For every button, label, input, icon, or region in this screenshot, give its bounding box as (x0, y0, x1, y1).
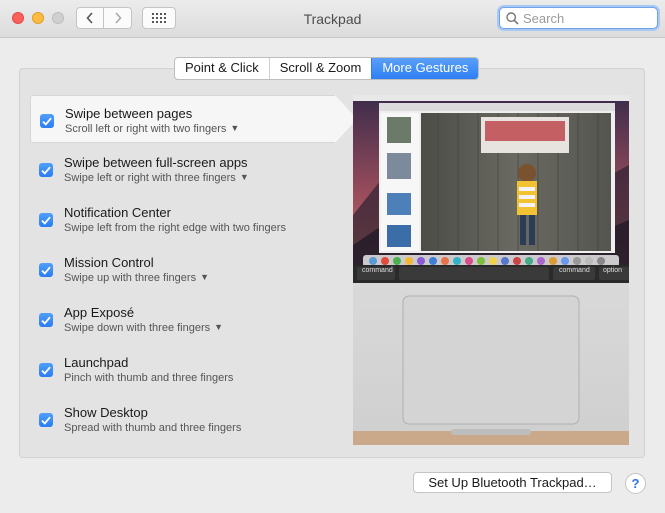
chevron-down-icon: ▼ (200, 272, 209, 282)
help-button[interactable]: ? (625, 473, 646, 494)
title-bar: Trackpad (0, 0, 665, 38)
checkbox-mission-control[interactable] (39, 263, 53, 277)
checkbox-launchpad[interactable] (39, 363, 53, 377)
checkbox-app-expose[interactable] (39, 313, 53, 327)
gesture-subtitle: Scroll left or right with two fingers (65, 123, 227, 135)
key-label-left-command: command (362, 267, 393, 274)
checkmark-icon (41, 266, 51, 275)
checkbox-notification-center[interactable] (39, 213, 53, 227)
setup-bluetooth-trackpad-button[interactable]: Set Up Bluetooth Trackpad… (413, 472, 612, 493)
search-field[interactable] (499, 7, 658, 29)
gesture-title: App Exposé (64, 305, 135, 320)
tab-point-and-click[interactable]: Point & Click (175, 58, 269, 79)
gesture-title: Swipe between pages (65, 106, 193, 121)
checkmark-icon (41, 366, 51, 375)
gesture-option-dropdown[interactable]: Scroll left or right with two fingers ▼ (65, 123, 239, 135)
checkmark-icon (41, 216, 51, 225)
chevron-down-icon: ▼ (230, 123, 240, 133)
gesture-title: Notification Center (64, 205, 171, 220)
gesture-option-dropdown[interactable]: Swipe up with three fingers ▼ (64, 272, 209, 284)
key-label-right-option: option (603, 267, 623, 274)
chevron-down-icon: ▼ (214, 322, 224, 332)
gesture-row-swipe-between-pages[interactable]: Swipe between pages Scroll left or right… (30, 95, 357, 143)
gesture-row-launchpad[interactable]: Launchpad Pinch with thumb and three fin… (30, 345, 335, 393)
checkmark-icon (41, 316, 51, 325)
gesture-row-notification-center[interactable]: Notification Center Swipe left from the … (30, 195, 335, 243)
gesture-row-show-desktop[interactable]: Show Desktop Spread with thumb and three… (30, 395, 335, 443)
gesture-title: Launchpad (64, 355, 129, 370)
checkmark-icon (41, 166, 51, 175)
gesture-title: Swipe between full-screen apps (64, 155, 248, 170)
gesture-option-dropdown[interactable]: Swipe down with three fingers ▼ (64, 322, 223, 334)
chevron-down-icon: ▼ (239, 172, 249, 182)
gesture-subtitle: Swipe up with three fingers (64, 272, 197, 284)
gesture-option-dropdown[interactable]: Swipe left or right with three fingers ▼ (64, 172, 249, 184)
tab-more-gestures[interactable]: More Gestures (371, 58, 479, 79)
key-label-right-command: command (559, 267, 590, 274)
gesture-subtitle: Swipe left from the right edge with two … (64, 222, 286, 234)
gesture-row-mission-control[interactable]: Mission Control Swipe up with three fing… (30, 245, 335, 293)
gesture-row-app-expose[interactable]: App Exposé Swipe down with three fingers… (30, 295, 335, 343)
gesture-subtitle: Swipe left or right with three fingers (64, 172, 236, 184)
tab-scroll-and-zoom[interactable]: Scroll & Zoom (268, 58, 372, 79)
search-input[interactable] (523, 10, 643, 26)
gesture-row-swipe-between-full-screen-apps[interactable]: Swipe between full-screen apps Swipe lef… (30, 145, 335, 193)
checkbox-show-desktop[interactable] (39, 413, 53, 427)
gesture-preview-video: command command option (353, 95, 629, 445)
gesture-title: Show Desktop (64, 405, 148, 420)
search-icon (506, 11, 519, 25)
gesture-subtitle: Pinch with thumb and three fingers (64, 372, 234, 384)
gesture-title: Mission Control (64, 255, 154, 270)
checkbox-swipe-between-full-screen-apps[interactable] (39, 163, 53, 177)
gesture-subtitle: Swipe down with three fingers (64, 322, 211, 334)
tab-bar: Point & Click Scroll & Zoom More Gesture… (174, 57, 480, 80)
checkmark-icon (42, 117, 52, 126)
gesture-subtitle: Spread with thumb and three fingers (64, 422, 242, 434)
checkmark-icon (41, 416, 51, 425)
checkbox-swipe-between-pages[interactable] (40, 114, 54, 128)
